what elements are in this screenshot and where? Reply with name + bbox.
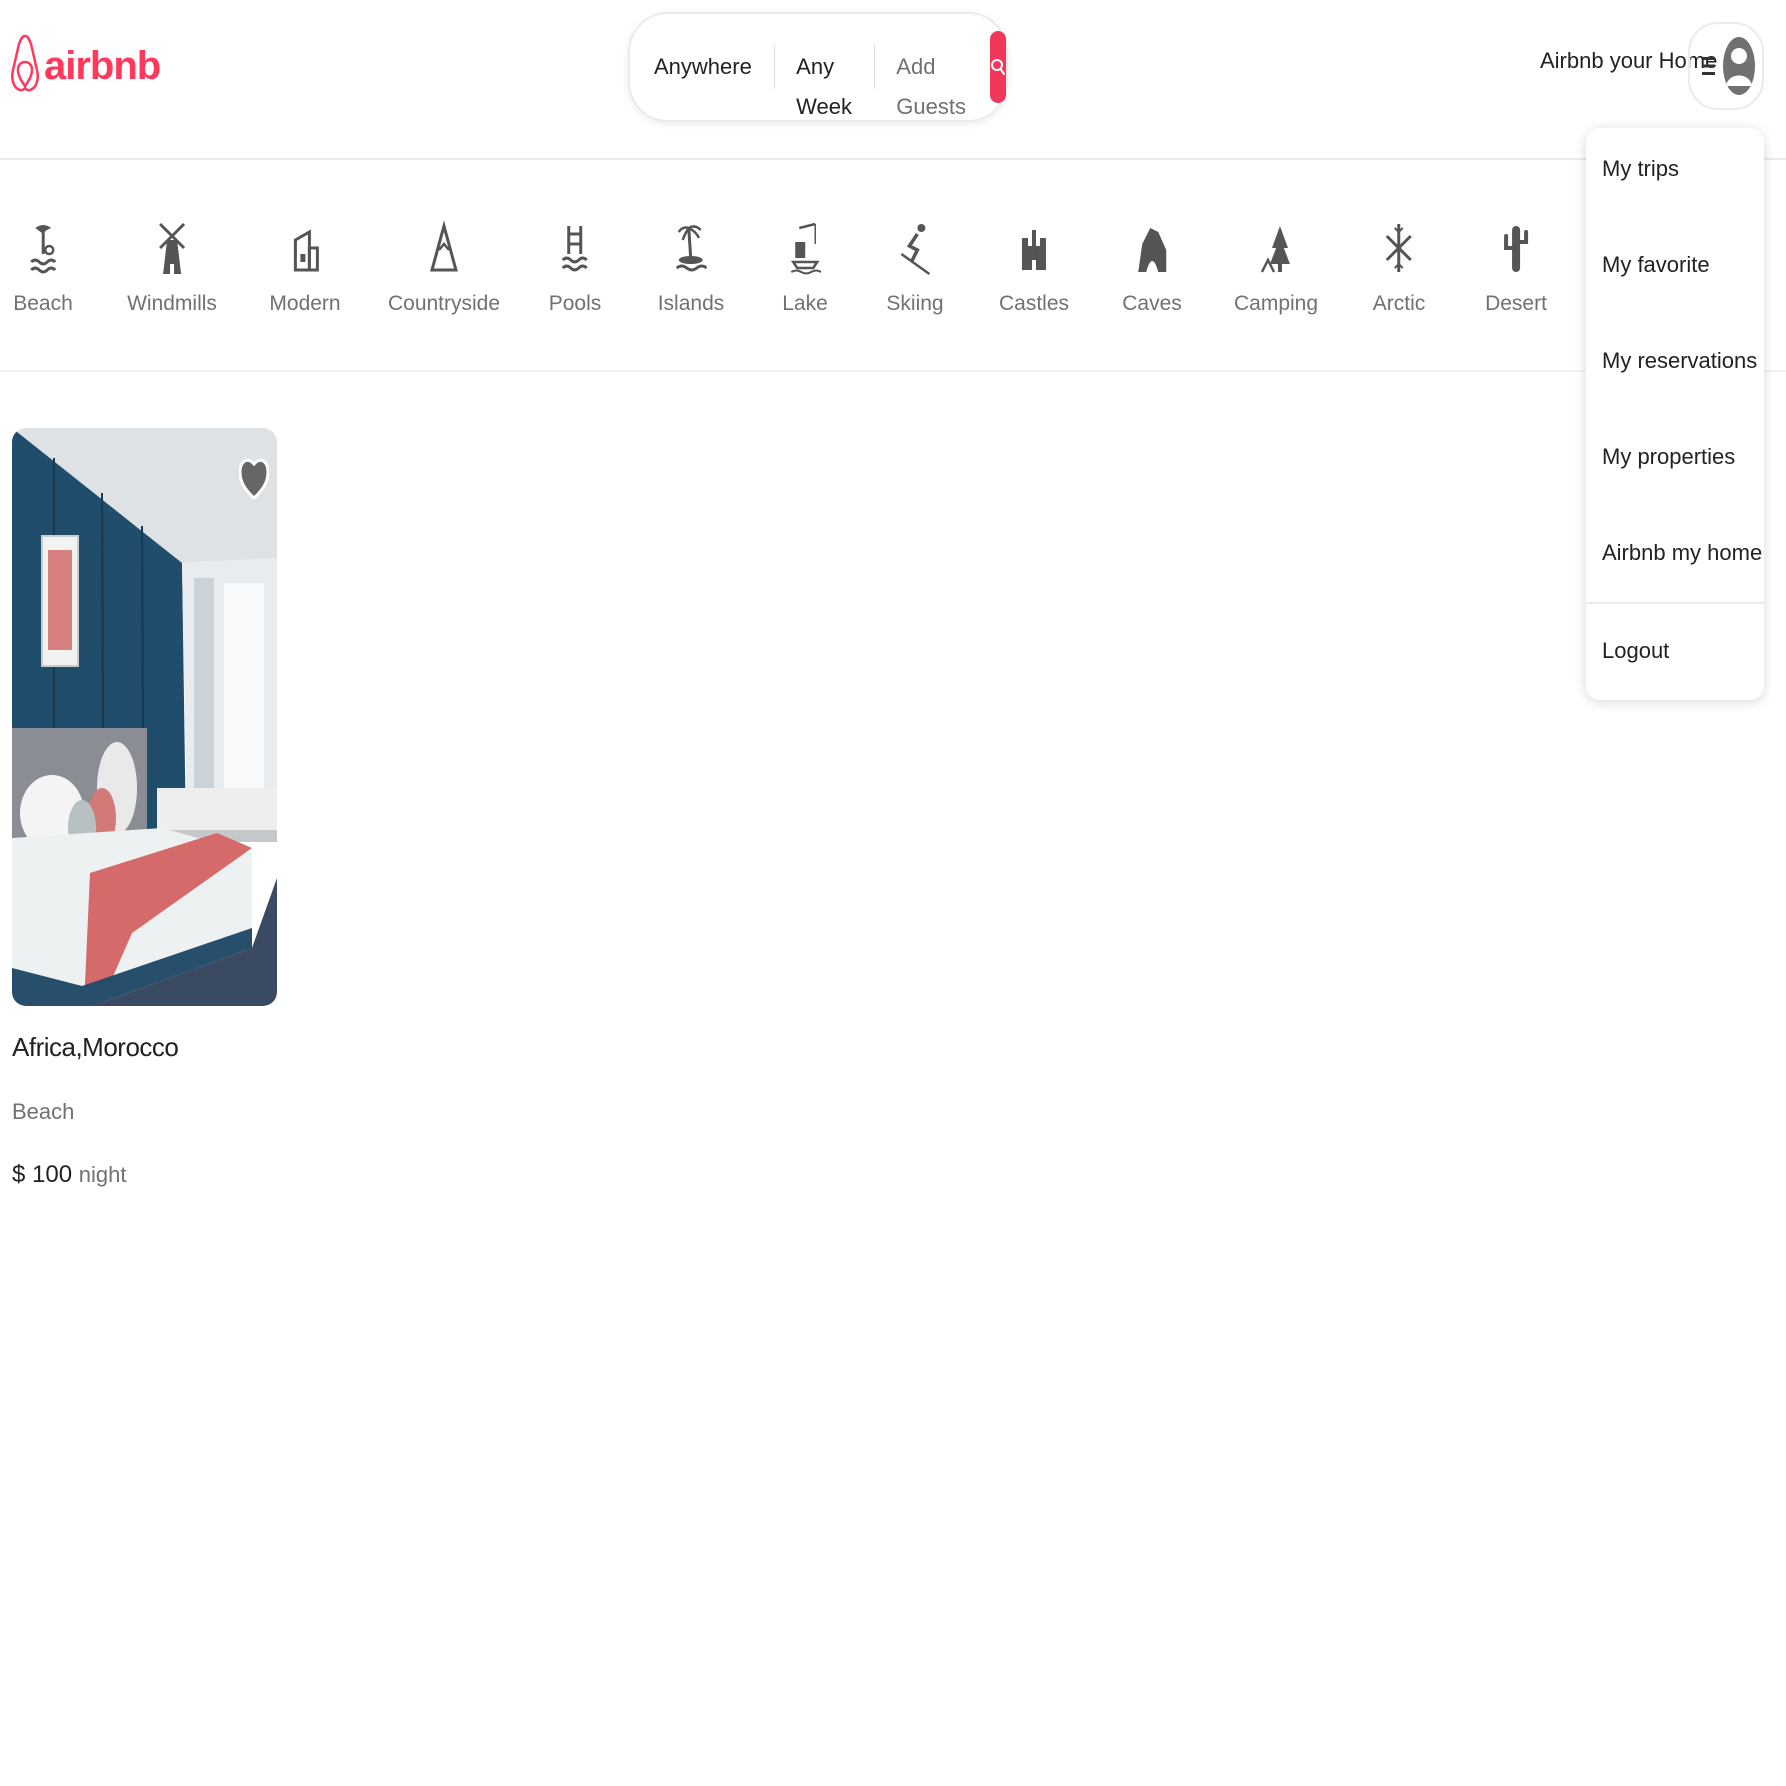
category-label: Desert bbox=[1485, 292, 1547, 315]
category-islands[interactable]: Islands bbox=[657, 218, 725, 316]
user-menu-button[interactable] bbox=[1688, 22, 1764, 110]
listing-category: Beach bbox=[12, 1099, 75, 1124]
airbnb-logo-icon bbox=[11, 34, 39, 92]
category-lake[interactable]: Lake bbox=[782, 218, 828, 316]
category-label: Islands bbox=[657, 292, 725, 315]
category-arctic[interactable]: Arctic bbox=[1372, 218, 1426, 316]
modern-house-icon bbox=[285, 218, 325, 278]
menu-item-my-properties[interactable]: My properties bbox=[1602, 444, 1735, 470]
category-label: Arctic bbox=[1372, 292, 1426, 315]
category-camping[interactable]: Camping bbox=[1234, 218, 1318, 316]
menu-item-my-trips[interactable]: My trips bbox=[1602, 156, 1679, 182]
user-menu-dropdown: My trips My favorite My reservations My … bbox=[1586, 128, 1764, 700]
search-when[interactable]: Any Week bbox=[796, 47, 874, 119]
search-guests[interactable]: Add Guests bbox=[896, 47, 988, 119]
category-label: Lake bbox=[782, 292, 828, 315]
menu-item-my-favorite[interactable]: My favorite bbox=[1602, 252, 1710, 278]
logo[interactable]: airbnb bbox=[10, 30, 161, 102]
bedroom-photo bbox=[12, 428, 277, 1006]
camping-icon bbox=[1256, 218, 1296, 278]
castle-icon bbox=[1014, 218, 1054, 278]
category-label: Castles bbox=[998, 292, 1070, 315]
category-label: Caves bbox=[1122, 292, 1182, 315]
category-beach[interactable]: Beach bbox=[13, 218, 73, 316]
category-label: Modern bbox=[269, 292, 341, 315]
category-countryside[interactable]: Countryside bbox=[388, 218, 500, 316]
listing-price: $ 100 night bbox=[12, 1161, 278, 1189]
favorite-button[interactable] bbox=[238, 454, 270, 504]
category-skiing[interactable]: Skiing bbox=[886, 218, 944, 316]
mountain-icon bbox=[424, 218, 464, 278]
lake-icon bbox=[785, 218, 825, 278]
beach-icon bbox=[23, 218, 63, 278]
avatar bbox=[1723, 37, 1755, 95]
menu-item-airbnb-my-home[interactable]: Airbnb my home bbox=[1602, 540, 1762, 566]
listing-photo[interactable] bbox=[12, 428, 277, 1006]
cave-icon bbox=[1132, 218, 1172, 278]
island-icon bbox=[671, 218, 711, 278]
menu-divider bbox=[1586, 602, 1764, 604]
category-label: Countryside bbox=[387, 292, 501, 315]
category-label: Pools bbox=[548, 292, 602, 315]
search-where[interactable]: Anywhere bbox=[654, 47, 774, 87]
skiing-icon bbox=[895, 218, 935, 278]
listing-location: Africa,Morocco bbox=[12, 1032, 179, 1062]
category-windmills[interactable]: Windmills bbox=[127, 218, 217, 316]
search-bar[interactable]: Anywhere Any Week Add Guests bbox=[628, 12, 1008, 122]
windmill-icon bbox=[152, 218, 192, 278]
category-caves[interactable]: Caves bbox=[1122, 218, 1182, 316]
menu-icon bbox=[1702, 57, 1715, 75]
pool-icon bbox=[555, 218, 595, 278]
menu-item-my-reservations[interactable]: My reservations bbox=[1602, 348, 1757, 374]
category-bar: Beach Windmills Modern Countryside Pools… bbox=[0, 162, 1786, 372]
listing-card[interactable]: Africa,Morocco Beach $ 100 night bbox=[12, 428, 278, 1189]
search-icon bbox=[990, 59, 1005, 75]
snowflake-icon bbox=[1379, 218, 1419, 278]
heart-icon bbox=[238, 458, 270, 501]
price-amount: $ 100 bbox=[12, 1161, 73, 1188]
price-unit: night bbox=[78, 1162, 127, 1187]
category-label: Windmills bbox=[127, 292, 217, 315]
category-desert[interactable]: Desert bbox=[1485, 218, 1547, 316]
category-modern[interactable]: Modern bbox=[269, 218, 341, 316]
header: airbnb Anywhere Any Week Add Guests Airb… bbox=[0, 0, 1786, 160]
menu-item-logout[interactable]: Logout bbox=[1602, 638, 1669, 664]
cactus-icon bbox=[1496, 218, 1536, 278]
category-label: Beach bbox=[13, 292, 73, 315]
search-button[interactable] bbox=[989, 31, 1006, 103]
category-castles[interactable]: Castles bbox=[999, 218, 1069, 316]
logo-text: airbnb bbox=[44, 44, 161, 88]
category-label: Skiing bbox=[886, 292, 944, 315]
category-pools[interactable]: Pools bbox=[548, 218, 602, 316]
category-label: Camping bbox=[1233, 292, 1319, 315]
